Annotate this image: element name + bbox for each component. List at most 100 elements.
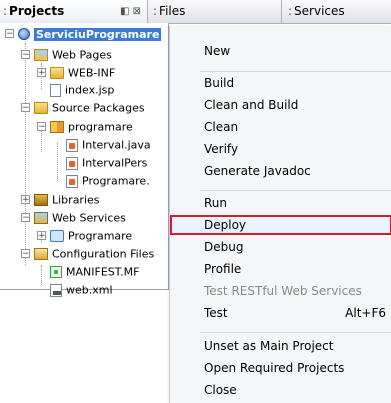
tab-grip: : <box>3 4 8 18</box>
tree-item-config-files[interactable]: − Configuration Files <box>21 245 154 262</box>
libraries-icon <box>34 194 48 206</box>
tree-line <box>57 143 58 181</box>
menu-item-generate-javadoc[interactable]: Generate Javadoc <box>170 161 391 181</box>
menu-item-verify[interactable]: Verify <box>170 139 391 159</box>
tree-label: web.xml <box>66 283 113 297</box>
menu-item-run[interactable]: Run <box>170 193 391 213</box>
collapse-icon[interactable]: − <box>21 50 30 60</box>
tree-label: IntervalPers <box>82 156 148 170</box>
tree-item-web-services[interactable]: − Web Services <box>21 209 126 226</box>
tree-label: Programare <box>68 229 133 243</box>
menu-item-label: Deploy <box>204 218 247 232</box>
tree-item-java-file[interactable]: Interval.java <box>66 136 151 153</box>
tree-label: Libraries <box>52 193 100 207</box>
collapse-icon[interactable]: − <box>5 29 14 39</box>
tree-item-libraries[interactable]: + Libraries <box>21 191 100 208</box>
menu-item-label: Test <box>204 306 228 320</box>
expand-icon[interactable]: + <box>21 195 30 205</box>
web-pages-folder-icon <box>34 49 48 61</box>
source-folder-icon <box>34 102 48 114</box>
tree-item-package[interactable]: − programare <box>37 118 133 135</box>
menu-item-profile[interactable]: Profile <box>170 259 391 279</box>
collapse-icon[interactable]: − <box>21 213 30 223</box>
web-service-icon <box>50 230 64 242</box>
java-file-icon <box>66 174 78 188</box>
menu-item-test[interactable]: Test Alt+F6 <box>170 303 391 323</box>
tree-item-web-xml[interactable]: web.xml <box>50 281 113 298</box>
menu-item-label: New <box>204 44 231 58</box>
config-folder-icon <box>34 248 48 260</box>
context-menu: New Build Clean and Build Clean Verify G… <box>169 26 391 403</box>
collapse-icon[interactable]: − <box>21 103 30 113</box>
tree-item-ws-programare[interactable]: + Programare <box>37 227 132 244</box>
java-file-icon <box>66 156 78 170</box>
tree-label: Interval.java <box>82 138 151 152</box>
xml-file-icon <box>50 283 62 297</box>
menu-item-clean[interactable]: Clean <box>170 117 391 137</box>
tree-label: Web Pages <box>52 48 112 62</box>
menu-separator <box>200 332 391 333</box>
menu-shortcut: Alt+F6 <box>345 306 386 320</box>
menu-item-debug[interactable]: Debug <box>170 237 391 257</box>
tree-label: programare <box>68 120 133 134</box>
tab-grip: : <box>288 4 293 18</box>
tree-root[interactable]: − ServiciuProgramare <box>5 25 162 42</box>
expand-icon[interactable]: + <box>37 231 46 241</box>
tree-label: MANIFEST.MF <box>66 265 140 279</box>
tree-item-java-file[interactable]: Programare. <box>66 172 150 189</box>
tree-label: Web Services <box>52 211 126 225</box>
tree-item-source-packages[interactable]: − Source Packages <box>21 99 145 116</box>
menu-item-label: Run <box>204 196 228 210</box>
menu-item-label: Clean <box>204 120 239 134</box>
menu-item-open-required-projects[interactable]: Open Required Projects <box>170 358 391 378</box>
tab-window-icons[interactable]: ◧ ⊠ <box>120 0 141 23</box>
menu-item-label: Open Required Projects <box>204 361 345 375</box>
expand-icon[interactable]: + <box>37 68 46 78</box>
menu-item-label: Profile <box>204 262 242 276</box>
jsp-file-icon <box>50 83 61 97</box>
tree-item-web-inf[interactable]: + WEB-INF <box>37 64 115 81</box>
menu-item-deploy[interactable]: Deploy <box>170 215 391 235</box>
tree-label: Source Packages <box>52 101 145 115</box>
menu-item-clean-and-build[interactable]: Clean and Build <box>170 95 391 115</box>
tab-services[interactable]: : Services <box>284 0 391 23</box>
menu-item-unset-main-project[interactable]: Unset as Main Project <box>170 336 391 356</box>
tree-item-index-jsp[interactable]: index.jsp <box>50 81 114 98</box>
tab-files-label: Files <box>159 4 186 18</box>
folder-icon <box>50 67 64 79</box>
menu-separator <box>200 190 391 191</box>
project-tree[interactable]: − ServiciuProgramare − Web Pages + WEB-I… <box>0 23 169 297</box>
collapse-icon[interactable]: − <box>21 249 30 259</box>
tree-label: index.jsp <box>65 83 115 97</box>
menu-item-label: Close <box>204 383 237 397</box>
tab-bar: : Projects ◧ ⊠ : Files : Services <box>0 0 391 24</box>
tab-grip: : <box>153 4 158 18</box>
menu-item-label: Verify <box>204 142 239 156</box>
tab-projects[interactable]: : Projects ◧ ⊠ <box>0 0 148 23</box>
web-services-icon <box>34 212 48 224</box>
menu-item-label: Clean and Build <box>204 98 299 112</box>
java-file-icon <box>66 138 78 152</box>
menu-item-label: Test RESTful Web Services <box>204 284 362 298</box>
collapse-icon[interactable]: − <box>37 122 46 132</box>
tree-line <box>25 43 26 265</box>
menu-item-label: Debug <box>204 240 244 254</box>
tab-files[interactable]: : Files <box>149 0 282 23</box>
tab-services-label: Services <box>294 4 345 18</box>
menu-separator <box>200 71 391 72</box>
tree-line <box>41 265 42 285</box>
web-project-icon <box>18 28 30 40</box>
package-icon <box>50 121 64 133</box>
tree-item-manifest[interactable]: MANIFEST.MF <box>50 263 139 280</box>
tree-label: Configuration Files <box>52 247 155 261</box>
tree-item-java-file[interactable]: IntervalPers <box>66 154 147 171</box>
tab-projects-label: Projects <box>9 4 65 18</box>
tree-label: WEB-INF <box>68 66 116 80</box>
tree-item-web-pages[interactable]: − Web Pages <box>21 46 112 63</box>
menu-item-label: Unset as Main Project <box>204 339 334 353</box>
menu-item-label: Build <box>204 76 235 90</box>
menu-item-close[interactable]: Close <box>170 380 391 400</box>
manifest-file-icon <box>50 266 62 278</box>
menu-item-build[interactable]: Build <box>170 73 391 93</box>
menu-item-new[interactable]: New <box>170 41 391 61</box>
